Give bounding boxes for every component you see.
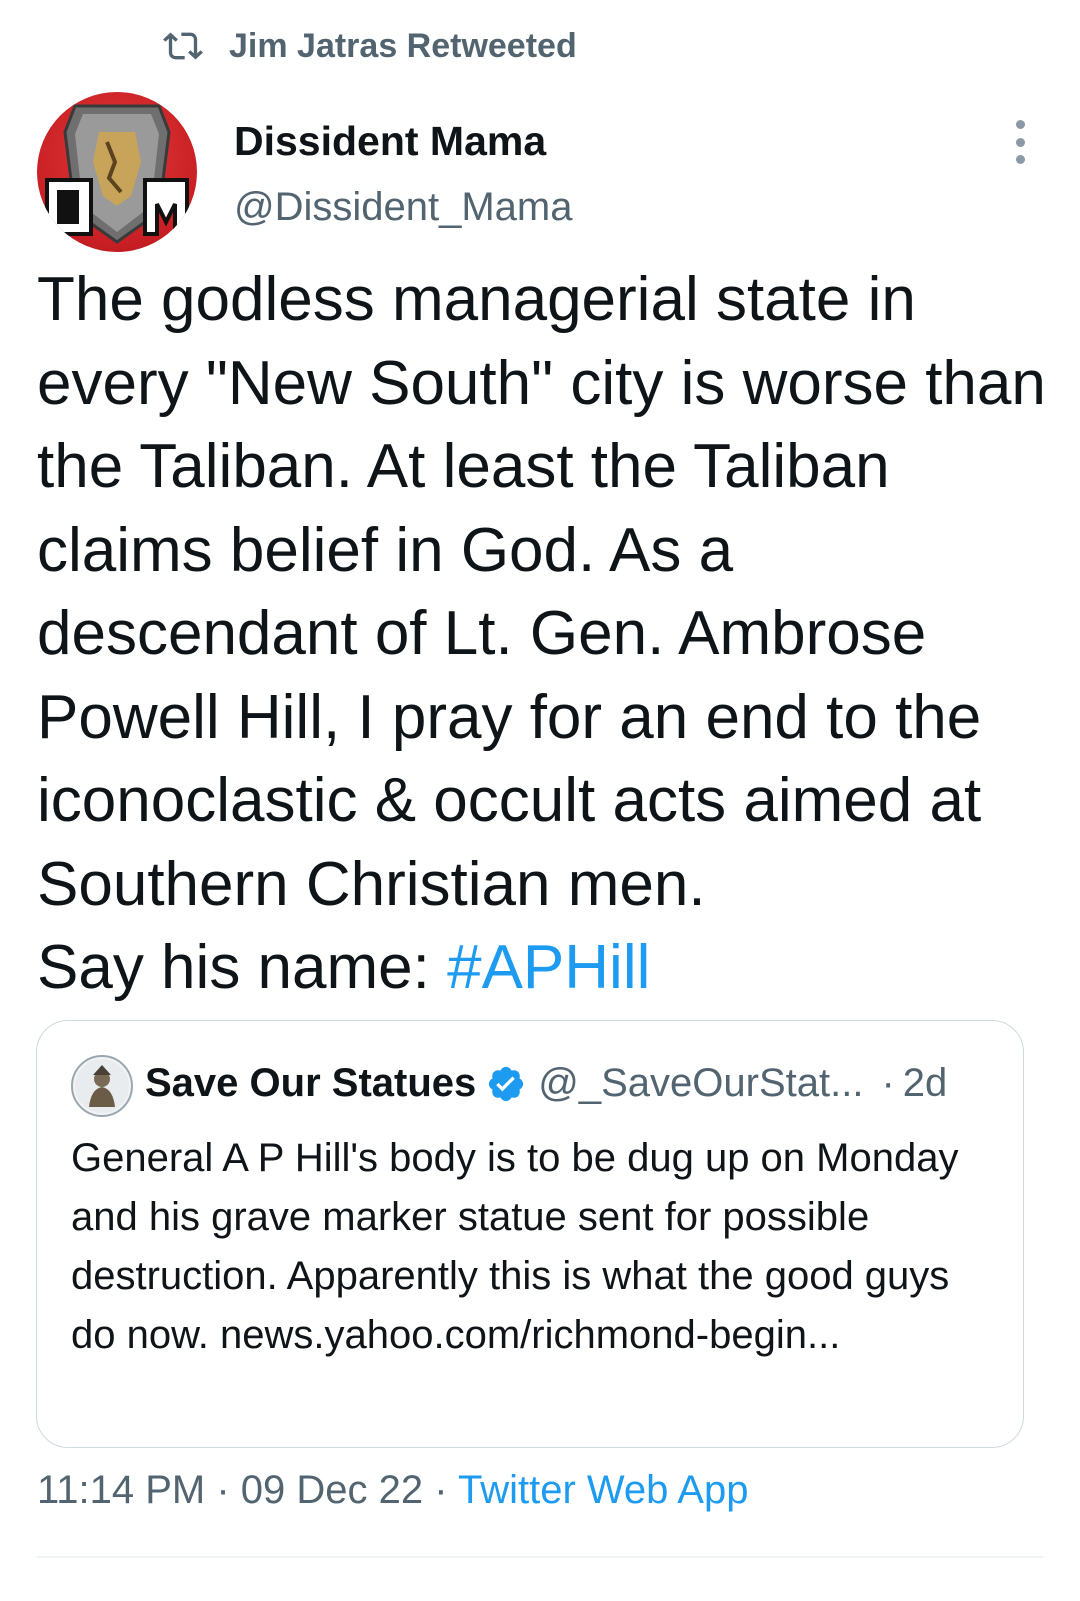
quote-timestamp: 2d [902,1061,948,1105]
quote-header: Save Our Statues @_SaveOurStat... · 2d [145,1061,947,1106]
quoted-tweet-card[interactable]: Save Our Statues @_SaveOurStat... · 2d G… [36,1020,1024,1448]
retweet-label: Jim Jatras Retweeted [229,26,577,65]
retweet-context[interactable]: Jim Jatras Retweeted [163,26,577,66]
more-vertical-icon [1015,120,1025,129]
more-options-button[interactable] [1010,120,1030,164]
quote-author-handle: @_SaveOurStat... [538,1061,864,1105]
divider [37,1556,1043,1558]
tweet-time: 11:14 PM [37,1468,206,1512]
meta-separator: · [205,1468,241,1512]
tweet-meta: 11:14 PM · 09 Dec 22 · Twitter Web App [37,1468,748,1513]
quote-avatar[interactable] [71,1055,133,1117]
author-name[interactable]: Dissident Mama [234,118,546,165]
author-avatar[interactable] [37,92,197,252]
shield-logo-icon [45,104,189,244]
tweet-text: The godless managerial state in every "N… [37,258,1057,1010]
tweet-date: 09 Dec 22 [240,1468,424,1512]
tweet-source-link[interactable]: Twitter Web App [458,1468,749,1512]
tweet-body: The godless managerial state in every "N… [37,265,1046,1002]
meta-separator: · [423,1468,458,1512]
quote-author-name: Save Our Statues [145,1061,477,1105]
more-dot [1015,137,1025,147]
more-dot [1015,155,1025,164]
statue-logo-icon [75,1059,129,1113]
quote-text: General A P Hill's body is to be dug up … [71,1136,959,1357]
hashtag-link[interactable]: #APHill [447,933,650,1002]
retweet-icon [163,32,203,60]
quote-separator: · [881,1061,895,1105]
author-handle[interactable]: @Dissident_Mama [234,185,573,230]
verified-badge-icon [489,1066,524,1101]
